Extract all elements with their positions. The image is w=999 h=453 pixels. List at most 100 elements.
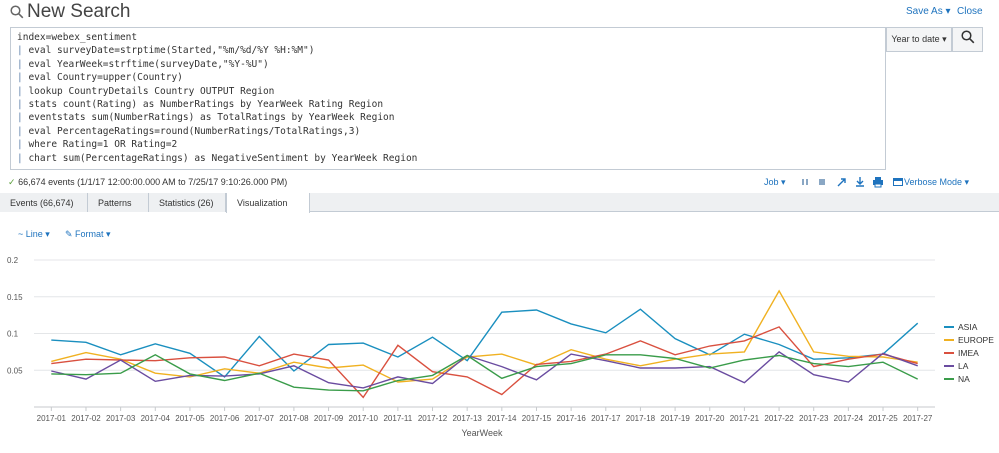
x-tick-label: 2017-19 — [660, 414, 690, 423]
query-line: | eventstats sum(NumberRatings) as Total… — [17, 112, 395, 124]
tab-statistics[interactable]: Statistics (26) — [149, 193, 226, 212]
tab-label: Patterns — [98, 198, 132, 208]
x-tick-label: 2017-18 — [626, 414, 656, 423]
tab-label: Visualization — [237, 198, 288, 208]
tab-events[interactable]: Events (66,674) — [0, 193, 88, 212]
legend-item-europe[interactable]: EUROPE — [944, 335, 994, 345]
x-tick-label: 2017-10 — [349, 414, 379, 423]
query-line: | where Rating=1 OR Rating=2 — [17, 139, 178, 151]
query-line: | eval surveyDate=strptime(Started,"%m/%… — [17, 45, 315, 57]
legend-label: EUROPE — [958, 335, 994, 345]
search-header: New Search Save As ▾ Close — [0, 0, 999, 26]
y-tick-label: 0.2 — [7, 256, 19, 265]
pipe-symbol: | — [17, 85, 23, 97]
x-tick-label: 2017-14 — [487, 414, 517, 423]
stop-icon[interactable] — [816, 176, 828, 188]
job-status-bar: ✓ 66,674 events (1/1/17 12:00:00.000 AM … — [0, 173, 999, 191]
query-line: | eval YearWeek=strftime(surveyDate,"%Y-… — [17, 58, 269, 70]
format-label: Format ▾ — [75, 229, 111, 239]
query-line: | chart sum(PercentageRatings) as Negati… — [17, 152, 418, 164]
x-tick-label: 2017-13 — [452, 414, 482, 423]
mode-icon — [892, 176, 904, 188]
search-icon — [960, 30, 975, 49]
check-icon: ✓ — [8, 177, 16, 187]
close-button[interactable]: Close — [957, 6, 983, 17]
x-tick-label: 2017-20 — [695, 414, 725, 423]
line-chart: 0.05 0.1 0.15 0.2 2017-01 2017-02 2017-03 2017-… — [7, 256, 994, 438]
x-tick-label: 2017-17 — [591, 414, 621, 423]
x-tick-label: 2017-04 — [141, 414, 171, 423]
query-line: | eval PercentageRatings=round(NumberRat… — [17, 125, 361, 137]
x-tick-label: 2017-24 — [834, 414, 864, 423]
legend-item-na[interactable]: NA — [944, 374, 970, 384]
pause-icon[interactable] — [799, 176, 811, 188]
query-line: index=webex_sentiment — [17, 32, 138, 43]
pipe-symbol: | — [17, 152, 23, 164]
x-tick-label: 2017-05 — [175, 414, 205, 423]
event-count-status: ✓ 66,674 events (1/1/17 12:00:00.000 AM … — [8, 177, 287, 188]
event-count-text: 66,674 events (1/1/17 12:00:00.000 AM to… — [18, 177, 288, 187]
pipe-symbol: | — [17, 99, 23, 111]
legend-item-asia[interactable]: ASIA — [944, 322, 978, 332]
query-line: | stats count(Rating) as NumberRatings b… — [17, 99, 384, 111]
chart-legend[interactable]: ASIA EUROPE IMEA LA NA — [944, 322, 994, 384]
x-tick-label: 2017-22 — [764, 414, 794, 423]
chart-axes: 0.05 0.1 0.15 0.2 2017-01 2017-02 2017-03 2017-… — [7, 256, 935, 423]
x-tick-label: 2017-09 — [314, 414, 344, 423]
chart-type-label: Line ▾ — [25, 229, 50, 239]
legend-label: NA — [958, 374, 970, 384]
pipe-symbol: | — [17, 125, 23, 137]
results-tabs: Events (66,674) Patterns Statistics (26)… — [0, 193, 999, 213]
time-range-label: Year to date ▾ — [891, 34, 947, 44]
tab-patterns[interactable]: Patterns — [88, 193, 149, 212]
search-query-editor[interactable]: index=webex_sentiment | eval surveyDate=… — [10, 27, 886, 170]
legend-item-la[interactable]: LA — [944, 361, 969, 371]
tab-label: Statistics (26) — [159, 198, 214, 208]
format-icon: ✎ — [65, 229, 76, 239]
x-tick-label: 2017-16 — [556, 414, 586, 423]
x-tick-label: 2017-12 — [418, 414, 448, 423]
print-icon[interactable] — [872, 176, 884, 188]
export-icon[interactable] — [854, 176, 866, 188]
pipe-symbol: | — [17, 58, 23, 70]
x-tick-label: 2017-03 — [106, 414, 136, 423]
x-tick-label: 2017-27 — [903, 414, 933, 423]
x-tick-label: 2017-15 — [522, 414, 552, 423]
x-tick-label: 2017-25 — [868, 414, 898, 423]
legend-label: ASIA — [958, 322, 978, 332]
x-tick-label: 2017-23 — [799, 414, 829, 423]
query-line: | lookup CountryDetails Country OUTPUT R… — [17, 85, 275, 97]
share-icon[interactable] — [836, 176, 848, 188]
x-tick-label: 2017-02 — [71, 414, 101, 423]
x-tick-label: 2017-06 — [210, 414, 240, 423]
search-icon — [10, 5, 24, 19]
x-axis-title: YearWeek — [461, 428, 503, 438]
tab-label: Events (66,674) — [10, 198, 74, 208]
legend-item-imea[interactable]: IMEA — [944, 348, 979, 358]
pipe-symbol: | — [17, 139, 23, 151]
search-button[interactable] — [952, 27, 983, 52]
job-menu[interactable]: Job ▾ — [764, 177, 786, 188]
pipe-symbol: | — [17, 72, 23, 84]
query-line: | eval Country=upper(Country) — [17, 72, 183, 84]
x-tick-label: 2017-11 — [383, 414, 412, 423]
x-tick-label: 2017-21 — [730, 414, 760, 423]
x-tick-label: 2017-07 — [245, 414, 275, 423]
search-mode-menu[interactable]: Verbose Mode ▾ — [904, 177, 969, 188]
y-tick-label: 0.05 — [7, 366, 23, 375]
legend-label: IMEA — [958, 348, 979, 358]
y-tick-label: 0.1 — [7, 330, 19, 339]
save-as-button[interactable]: Save As ▾ — [906, 6, 951, 17]
x-tick-label: 2017-08 — [279, 414, 309, 423]
pipe-symbol: | — [17, 112, 23, 124]
time-range-picker[interactable]: Year to date ▾ — [886, 27, 952, 52]
chart-series — [51, 289, 919, 399]
y-tick-label: 0.15 — [7, 293, 23, 302]
format-menu[interactable]: ✎ Format ▾ — [65, 229, 111, 240]
tab-visualization[interactable]: Visualization — [226, 193, 310, 213]
legend-label: LA — [958, 361, 969, 371]
pipe-symbol: | — [17, 45, 23, 57]
chart-type-menu[interactable]: ~ Line ▾ — [18, 229, 50, 240]
x-tick-label: 2017-01 — [37, 414, 67, 423]
page-title: New Search — [27, 1, 131, 22]
